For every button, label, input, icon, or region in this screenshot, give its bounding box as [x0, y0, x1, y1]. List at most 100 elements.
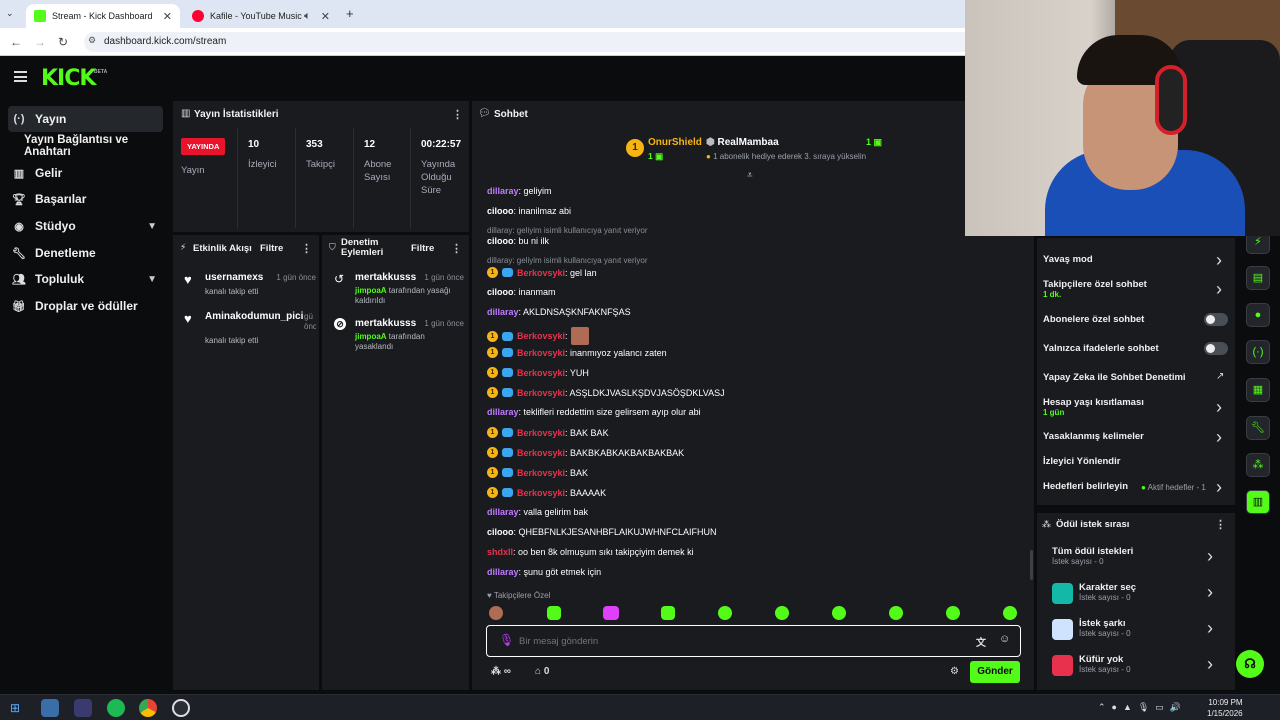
- chevron-right-icon[interactable]: ›: [1216, 279, 1222, 300]
- dock-notes-icon[interactable]: ▤: [1246, 266, 1270, 290]
- reward-item[interactable]: Karakter seç İstek sayısı - 0: [1079, 582, 1136, 602]
- reward-item[interactable]: Küfür yok İstek sayısı - 0: [1079, 654, 1131, 674]
- chevron-right-icon[interactable]: ›: [1207, 654, 1213, 675]
- gifter-name[interactable]: RealMambaa: [718, 137, 779, 148]
- chevron-right-icon[interactable]: ›: [1216, 427, 1222, 448]
- chat-username[interactable]: cilooo: [487, 206, 514, 216]
- system-tray-icons[interactable]: ⌃●▲🎙︎▭🔊: [1098, 702, 1187, 713]
- support-chat-icon[interactable]: ☊: [1236, 650, 1264, 678]
- chat-scrollbar[interactable]: [1030, 550, 1033, 580]
- reload-icon[interactable]: ↻: [58, 35, 68, 49]
- setting-toggle[interactable]: [1204, 342, 1228, 355]
- translate-icon[interactable]: 文: [976, 634, 986, 649]
- mod-filter-button[interactable]: Filtre: [411, 243, 434, 254]
- chevron-right-icon[interactable]: ›: [1207, 618, 1213, 639]
- chevron-right-icon[interactable]: ›: [1216, 397, 1222, 418]
- clock[interactable]: 10:09 PM 1/15/2026: [1207, 697, 1243, 719]
- chat-username[interactable]: dillaray: [487, 186, 519, 196]
- obs-icon[interactable]: [172, 699, 190, 717]
- emote-icon[interactable]: [946, 606, 960, 620]
- sidebar-item-droplar[interactable]: 🎁︎ Droplar ve ödüller: [8, 293, 163, 319]
- dock-broadcast-icon[interactable]: (·): [1246, 340, 1270, 364]
- gift-subs[interactable]: ⌂ 0: [535, 666, 549, 677]
- tab-list-icon[interactable]: ⌄: [6, 8, 14, 19]
- mod-actor[interactable]: jimpoaA: [355, 286, 387, 295]
- chat-username[interactable]: cilooo: [487, 287, 514, 297]
- sidebar-item-stream-key[interactable]: Yayın Bağlantısı ve Anahtarı: [8, 133, 163, 159]
- chat-username[interactable]: cilooo: [487, 527, 514, 537]
- chat-setting-row[interactable]: Yavaş mod: [1043, 254, 1093, 265]
- chat-setting-row[interactable]: İzleyici Yönlendir: [1043, 456, 1120, 467]
- chat-username[interactable]: Berkovsyki: [517, 348, 565, 358]
- chat-username[interactable]: Berkovsyki: [517, 388, 565, 398]
- external-link-icon[interactable]: ↗: [1216, 371, 1224, 382]
- windows-start-icon[interactable]: ⊞: [10, 701, 20, 715]
- chat-username[interactable]: dillaray: [487, 507, 519, 517]
- browser-tab-kick[interactable]: Stream - Kick Dashboard ✕: [26, 4, 180, 28]
- chat-message-input[interactable]: [519, 632, 939, 650]
- chat-username[interactable]: Berkovsyki: [517, 468, 565, 478]
- activity-username[interactable]: Aminakodumun_pici: [205, 311, 303, 322]
- microphone-icon[interactable]: 🎙︎: [499, 633, 514, 647]
- chat-setting-row[interactable]: Takipçilere özel sohbet 1 dk.: [1043, 279, 1147, 299]
- emote-icon[interactable]: [718, 606, 732, 620]
- chat-username[interactable]: dillaray: [487, 307, 519, 317]
- menu-icon[interactable]: [14, 71, 27, 82]
- emote-icon[interactable]: [603, 606, 619, 620]
- site-info-icon[interactable]: ⚙: [88, 35, 96, 46]
- chat-setting-row[interactable]: Hesap yaşı kısıtlaması 1 gün: [1043, 397, 1144, 417]
- chat-username[interactable]: dillaray: [487, 567, 519, 577]
- chrome-icon[interactable]: [139, 699, 157, 717]
- chat-username[interactable]: Berkovsyki: [517, 428, 565, 438]
- emote-icon[interactable]: [547, 606, 561, 620]
- sidebar-item-topluluk[interactable]: 👥︎ Topluluk ▼: [8, 266, 163, 292]
- mod-more-icon[interactable]: ⋮: [451, 242, 462, 255]
- sidebar-item-basarilar[interactable]: 🏆︎ Başarılar: [8, 186, 163, 212]
- reward-item[interactable]: Tüm ödül istekleri İstek sayısı - 0: [1052, 546, 1133, 566]
- new-tab-icon[interactable]: +: [346, 6, 354, 21]
- chat-username[interactable]: dillaray: [487, 407, 519, 417]
- chevron-right-icon[interactable]: ›: [1207, 546, 1213, 567]
- emote-icon[interactable]: [661, 606, 675, 620]
- reward-item[interactable]: İstek şarkı İstek sayısı - 0: [1079, 618, 1131, 638]
- chat-setting-row[interactable]: Yasaklanmış kelimeler: [1043, 431, 1144, 442]
- emote-icon[interactable]: [832, 606, 846, 620]
- chat-setting-row[interactable]: Hedefleri belirleyin: [1043, 481, 1128, 492]
- chat-username[interactable]: shdxll: [487, 547, 513, 557]
- reward-more-icon[interactable]: ⋮: [1215, 518, 1226, 531]
- chat-setting-row[interactable]: Yapay Zeka ile Sohbet Denetimi: [1043, 372, 1186, 383]
- taskbar-app-icon[interactable]: [74, 699, 92, 717]
- activity-filter-button[interactable]: Filtre: [260, 243, 283, 254]
- chat-username[interactable]: Berkovsyki: [517, 268, 565, 278]
- chat-username[interactable]: cilooo: [487, 236, 514, 246]
- activity-username[interactable]: usernamexs: [205, 272, 263, 283]
- taskbar-app-icon[interactable]: [41, 699, 59, 717]
- chat-username[interactable]: Berkovsyki: [517, 448, 565, 458]
- chat-username[interactable]: Berkovsyki: [517, 331, 565, 341]
- spotify-icon[interactable]: [107, 699, 125, 717]
- emote-icon[interactable]: [775, 606, 789, 620]
- dock-clapper-icon[interactable]: ▥: [1246, 490, 1270, 514]
- url-field[interactable]: ⚙ dashboard.kick.com/stream: [84, 32, 984, 52]
- emoji-icon[interactable]: ☺: [999, 633, 1010, 645]
- dock-wrench-icon[interactable]: 🔧︎: [1246, 416, 1270, 440]
- mod-target-username[interactable]: mertakkusss: [355, 272, 416, 283]
- sidebar-item-gelir[interactable]: ▥ Gelir: [8, 160, 163, 186]
- mod-actor[interactable]: jimpoaA: [355, 332, 387, 341]
- setting-toggle[interactable]: [1204, 313, 1228, 326]
- mod-target-username[interactable]: mertakkusss: [355, 318, 416, 329]
- chat-username[interactable]: Berkovsyki: [517, 368, 565, 378]
- speaker-icon[interactable]: 🔈︎: [304, 10, 311, 23]
- activity-more-icon[interactable]: ⋮: [301, 242, 312, 255]
- collapse-leaderboard-icon[interactable]: ⩡: [747, 170, 753, 181]
- emote-icon[interactable]: [1003, 606, 1017, 620]
- chat-settings-icon[interactable]: ⚙: [950, 666, 959, 677]
- emote-icon[interactable]: [889, 606, 903, 620]
- chevron-right-icon[interactable]: ›: [1207, 582, 1213, 603]
- channel-points[interactable]: ⁂ ∞: [491, 666, 511, 677]
- chat-username[interactable]: Berkovsyki: [517, 488, 565, 498]
- sidebar-item-yayin[interactable]: (·) Yayın: [8, 106, 163, 132]
- dock-chat-icon[interactable]: ●: [1246, 303, 1270, 327]
- leader-name[interactable]: OnurShield: [648, 137, 702, 148]
- chat-setting-row[interactable]: Yalnızca ifadelerle sohbet: [1043, 343, 1159, 354]
